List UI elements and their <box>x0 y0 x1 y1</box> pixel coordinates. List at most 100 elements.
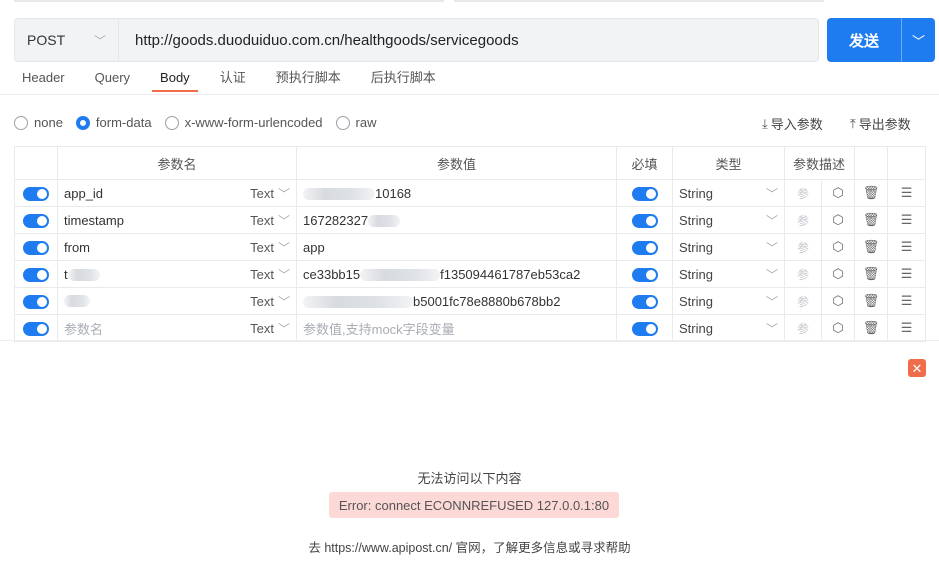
field-type-select[interactable]: Text ﹀ <box>250 212 290 229</box>
table-row: Text ﹀ b5001fc78e8880b678bb2 String ﹀ 参 ⬡ … <box>14 287 927 315</box>
cube-icon[interactable]: ⬡ <box>820 314 856 342</box>
header-param-name: 参数名 <box>57 146 297 180</box>
row-enable-toggle[interactable] <box>23 321 49 336</box>
send-button[interactable]: 发送 <box>827 18 902 62</box>
param-name-cell[interactable]: 参数名 Text ﹀ <box>57 314 297 342</box>
import-params-button[interactable]: ⤓ 导入参数 <box>762 114 823 133</box>
required-toggle[interactable] <box>631 294 658 309</box>
type-cell[interactable]: String ﹀ <box>672 260 785 288</box>
chevron-down-icon: ﹀ <box>277 321 290 336</box>
row-enable-toggle[interactable] <box>23 213 49 228</box>
row-enable-toggle[interactable] <box>23 267 49 282</box>
tab-query[interactable]: Query <box>87 66 138 92</box>
param-name-cell[interactable]: Text ﹀ <box>57 287 297 315</box>
cube-icon[interactable]: ⬡ <box>820 287 856 315</box>
header-toggle <box>14 146 58 180</box>
param-value: b5001fc78e8880b678bb2 <box>413 293 561 309</box>
required-toggle[interactable] <box>631 321 658 336</box>
param-name: timestamp <box>64 212 124 228</box>
radio-raw[interactable]: raw <box>335 115 377 130</box>
required-toggle[interactable] <box>631 213 658 228</box>
description-cell[interactable]: 参 <box>784 206 822 234</box>
trash-icon[interactable]: 🗑 <box>854 233 889 261</box>
send-options-chevron-icon[interactable]: ﹀ <box>902 18 935 62</box>
row-enable-toggle[interactable] <box>23 294 49 309</box>
drag-handle-icon[interactable]: ☰ <box>887 260 927 288</box>
close-icon[interactable]: ✕ <box>908 359 926 377</box>
param-value-cell[interactable]: 167282327 <box>296 206 617 234</box>
param-value: 167282327 <box>303 212 369 228</box>
tab-header[interactable]: Header <box>14 66 73 92</box>
type-cell[interactable]: String ﹀ <box>672 287 785 315</box>
header-type: 类型 <box>672 146 785 180</box>
trash-icon[interactable]: 🗑 <box>854 206 889 234</box>
table-row: t Text ﹀ ce33bb15 f135094461787eb53ca2 Stri… <box>14 260 927 288</box>
drag-handle-icon[interactable]: ☰ <box>887 179 927 207</box>
tab-post-script[interactable]: 后执行脚本 <box>363 66 444 92</box>
radio-form-data[interactable]: form-data <box>75 115 152 130</box>
required-toggle[interactable] <box>631 186 658 201</box>
type-cell[interactable]: String ﹀ <box>672 314 785 342</box>
param-value-cell[interactable]: b5001fc78e8880b678bb2 <box>296 287 617 315</box>
field-type-select[interactable]: Text ﹀ <box>250 185 290 202</box>
description-cell[interactable]: 参 <box>784 287 822 315</box>
type-cell[interactable]: String ﹀ <box>672 179 785 207</box>
drag-handle-icon[interactable]: ☰ <box>887 314 927 342</box>
cube-icon[interactable]: ⬡ <box>820 260 856 288</box>
trash-icon[interactable]: 🗑 <box>854 260 889 288</box>
type-label: String <box>679 212 713 228</box>
row-enable-toggle[interactable] <box>23 186 49 201</box>
field-type-label: Text <box>250 320 274 336</box>
param-value: app <box>303 239 325 255</box>
drag-handle-icon[interactable]: ☰ <box>887 287 927 315</box>
row-enable-cell <box>14 260 58 288</box>
radio-none[interactable]: none <box>14 115 63 130</box>
required-toggle[interactable] <box>631 240 658 255</box>
field-type-select[interactable]: Text ﹀ <box>250 266 290 283</box>
type-cell[interactable]: String ﹀ <box>672 206 785 234</box>
redacted-blur <box>67 269 100 282</box>
required-cell <box>616 287 673 315</box>
description-cell[interactable]: 参 <box>784 314 822 342</box>
chevron-down-icon: ﹀ <box>765 240 778 255</box>
chevron-down-icon: ﹀ <box>277 294 290 309</box>
export-params-button[interactable]: ⤒ 导出参数 <box>850 114 911 133</box>
description-cell[interactable]: 参 <box>784 233 822 261</box>
tab-pre-script[interactable]: 预执行脚本 <box>268 66 349 92</box>
param-value: 10168 <box>375 185 412 201</box>
type-cell[interactable]: String ﹀ <box>672 233 785 261</box>
param-value-cell[interactable]: 10168 <box>296 179 617 207</box>
param-value-cell[interactable]: 参数值,支持mock字段变量 <box>296 314 617 342</box>
url-input[interactable]: http://goods.duoduiduo.com.cn/healthgood… <box>119 32 519 49</box>
radio-urlencoded[interactable]: x-www-form-urlencoded <box>164 115 323 130</box>
drag-handle-icon[interactable]: ☰ <box>887 206 927 234</box>
trash-icon[interactable]: 🗑 <box>854 179 889 207</box>
field-type-select[interactable]: Text ﹀ <box>250 293 290 310</box>
param-value-cell[interactable]: app <box>296 233 617 261</box>
type-label: String <box>679 266 713 282</box>
row-enable-toggle[interactable] <box>23 240 49 255</box>
send-button-group: 发送 ﹀ <box>827 18 935 62</box>
trash-icon[interactable]: 🗑 <box>854 287 889 315</box>
field-type-select[interactable]: Text ﹀ <box>250 239 290 256</box>
required-toggle[interactable] <box>631 267 658 282</box>
param-name-cell[interactable]: t Text ﹀ <box>57 260 297 288</box>
row-enable-cell <box>14 206 58 234</box>
method-select[interactable]: POST ﹀ <box>15 19 119 61</box>
param-name-cell[interactable]: timestamp Text ﹀ <box>57 206 297 234</box>
cube-icon[interactable]: ⬡ <box>820 206 856 234</box>
description-cell[interactable]: 参 <box>784 179 822 207</box>
error-help-text[interactable]: 去 https://www.apipost.cn/ 官网，了解更多信息或寻求帮助 <box>0 537 939 556</box>
trash-icon[interactable]: 🗑 <box>854 314 889 342</box>
cube-icon[interactable]: ⬡ <box>820 179 856 207</box>
param-name-cell[interactable]: from Text ﹀ <box>57 233 297 261</box>
tab-body[interactable]: Body <box>152 66 198 92</box>
param-value-cell[interactable]: ce33bb15 f135094461787eb53ca2 <box>296 260 617 288</box>
description-cell[interactable]: 参 <box>784 260 822 288</box>
field-type-label: Text <box>250 185 274 201</box>
drag-handle-icon[interactable]: ☰ <box>887 233 927 261</box>
cube-icon[interactable]: ⬡ <box>820 233 856 261</box>
param-name-cell[interactable]: app_id Text ﹀ <box>57 179 297 207</box>
field-type-select[interactable]: Text ﹀ <box>250 320 290 337</box>
tab-auth[interactable]: 认证 <box>212 66 254 92</box>
